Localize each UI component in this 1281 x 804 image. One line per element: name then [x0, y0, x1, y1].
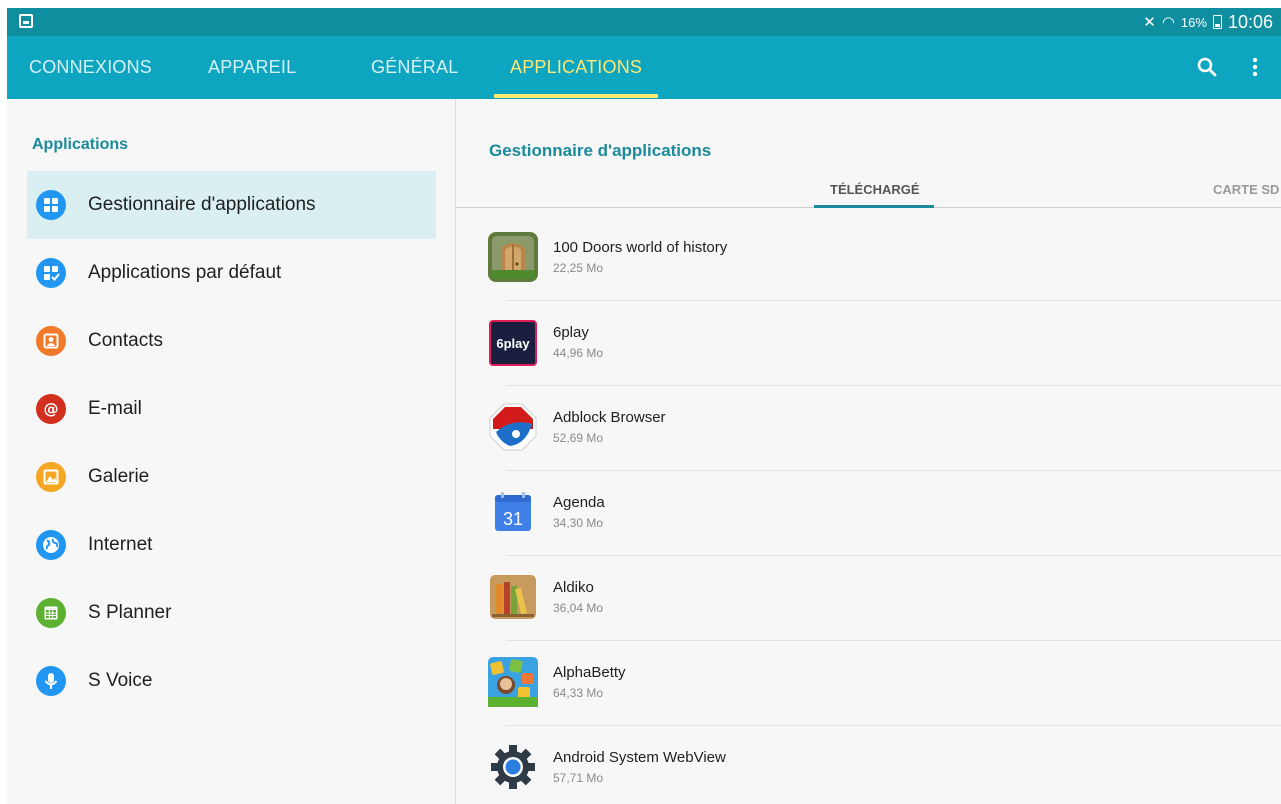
app-name: Android System WebView: [553, 749, 726, 766]
active-subtab-indicator: [814, 205, 934, 208]
app-size: 36,04 Mo: [553, 601, 604, 615]
app-manager-panel: Gestionnaire d'applications TÉLÉCHARGÉ C…: [456, 99, 1281, 804]
menu-item-internet[interactable]: Internet: [27, 511, 436, 579]
app-size: 22,25 Mo: [553, 261, 604, 275]
menu-item-label: E-mail: [88, 398, 142, 419]
menu-item-s-voice[interactable]: S Voice: [27, 647, 436, 715]
app-list-item[interactable]: 6play 6play 44,96 Mo: [456, 301, 1281, 386]
app-name: Adblock Browser: [553, 409, 666, 426]
app-name: Aldiko: [553, 579, 594, 596]
menu-item-label: Galerie: [88, 466, 150, 487]
status-bar: ✕ ◠ 16% 10:06: [7, 8, 1281, 36]
more-options-icon[interactable]: [1245, 56, 1265, 78]
app-list-item[interactable]: AlphaBetty 64,33 Mo: [456, 641, 1281, 726]
email-icon: @: [36, 394, 66, 424]
subtab-sd-card[interactable]: CARTE SD: [1213, 182, 1279, 197]
android-webview-app-icon: [488, 742, 538, 792]
app-size: 57,71 Mo: [553, 771, 604, 785]
6play-app-icon: 6play: [488, 317, 538, 367]
s-voice-icon: [36, 666, 66, 696]
app-list-item[interactable]: 100 Doors world of history 22,25 Mo: [456, 216, 1281, 301]
panel-title: Applications: [32, 136, 129, 153]
tab-appareil[interactable]: APPAREIL: [208, 36, 296, 99]
tab-general[interactable]: GÉNÉRAL: [371, 36, 458, 99]
tab-applications[interactable]: APPLICATIONS: [510, 36, 642, 99]
app-list-item[interactable]: Android System WebView 57,71 Mo: [456, 726, 1281, 804]
wifi-icon: ◠: [1161, 13, 1175, 31]
aldiko-app-icon: [488, 572, 538, 622]
search-icon[interactable]: [1196, 56, 1218, 78]
s-planner-icon: [36, 598, 66, 628]
menu-item-label: Internet: [88, 534, 153, 555]
menu-item-label: S Planner: [88, 602, 172, 623]
screenshot-notification-icon: [19, 14, 33, 28]
app-list-item[interactable]: Aldiko 36,04 Mo: [456, 556, 1281, 641]
battery-percent: 16%: [1180, 14, 1207, 30]
menu-item-label: S Voice: [88, 670, 153, 691]
app-name: Agenda: [553, 494, 605, 511]
menu-item-label: Gestionnaire d'applications: [88, 194, 316, 215]
menu-item-email[interactable]: @ E-mail: [27, 375, 436, 443]
default-apps-icon: [36, 258, 66, 288]
svg-text:@: @: [44, 400, 59, 418]
panel-title: Gestionnaire d'applications: [489, 141, 712, 160]
app-size: 52,69 Mo: [553, 431, 604, 445]
adblock-browser-app-icon: [488, 402, 538, 452]
menu-item-label: Contacts: [88, 330, 163, 351]
app-size: 44,96 Mo: [553, 346, 604, 360]
tab-connexions[interactable]: CONNEXIONS: [29, 36, 152, 99]
battery-charging-icon: [1212, 15, 1222, 29]
contacts-icon: [36, 326, 66, 356]
app-size: 34,30 Mo: [553, 516, 604, 530]
menu-item-gallery[interactable]: Galerie: [27, 443, 436, 511]
app-name: 6play: [553, 324, 589, 341]
app-size: 64,33 Mo: [553, 686, 604, 700]
active-tab-indicator: [494, 94, 658, 98]
menu-item-default-apps[interactable]: Applications par défaut: [27, 239, 436, 307]
settings-tab-bar: CONNEXIONS APPAREIL GÉNÉRAL APPLICATIONS: [7, 36, 1281, 99]
mute-icon: ✕: [1143, 13, 1156, 31]
app-name: AlphaBetty: [553, 664, 626, 681]
svg-text:31: 31: [503, 509, 523, 529]
menu-item-s-planner[interactable]: S Planner: [27, 579, 436, 647]
agenda-app-icon: 31: [488, 487, 538, 537]
app-manager-icon: [36, 190, 66, 220]
svg-text:6play: 6play: [496, 336, 530, 351]
app-name: 100 Doors world of history: [553, 239, 728, 256]
gallery-icon: [36, 462, 66, 492]
status-indicators: ✕ ◠ 16% 10:06: [1143, 10, 1273, 34]
clock: 10:06: [1227, 11, 1273, 32]
100-doors-app-icon: [488, 232, 538, 282]
subtab-downloaded[interactable]: TÉLÉCHARGÉ: [830, 182, 920, 197]
app-list-item[interactable]: Adblock Browser 52,69 Mo: [456, 386, 1281, 471]
internet-icon: [36, 530, 66, 560]
alphabetty-app-icon: [488, 657, 538, 707]
screen: ✕ ◠ 16% 10:06 CONNEXIONS APPAREIL GÉNÉRA…: [7, 8, 1281, 804]
menu-item-contacts[interactable]: Contacts: [27, 307, 436, 375]
settings-category-panel: Applications Gestionnaire d'applications…: [7, 99, 455, 804]
app-list-item[interactable]: 31 Agenda 34,30 Mo: [456, 471, 1281, 556]
menu-item-app-manager[interactable]: Gestionnaire d'applications: [27, 171, 436, 239]
menu-item-label: Applications par défaut: [88, 262, 282, 283]
